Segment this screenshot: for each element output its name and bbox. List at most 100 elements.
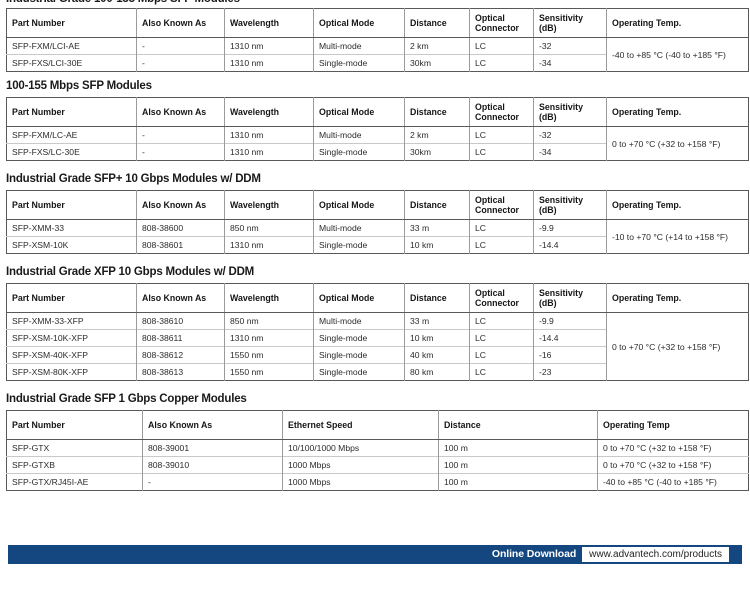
cell-distance: 10 km: [404, 236, 470, 254]
cell-optical-mode: Multi-mode: [313, 219, 405, 237]
cell-optical-connector: LC: [469, 346, 534, 364]
table-row: SFP-GTX 808-39001 10/100/1000 Mbps 100 m0 t…: [6, 439, 749, 457]
column-header: Part Number: [6, 283, 137, 313]
cell-part-number: SFP-XSM-10K-XFP: [6, 329, 137, 347]
cell-distance: 10 km: [404, 329, 470, 347]
spec-section: 100-155 Mbps SFP Modules Part Number Also …: [0, 80, 750, 161]
cell-optical-mode: Multi-mode: [313, 37, 405, 55]
cell-wavelength: 1310 nm: [224, 37, 314, 55]
cell-part-number: SFP-FXM/LC-AE: [6, 126, 137, 144]
cell-part-number: SFP-XMM-33-XFP: [6, 312, 137, 330]
cell-sensitivity: -14.4: [533, 236, 607, 254]
column-header: Distance: [404, 8, 470, 38]
column-header: Part Number: [6, 97, 137, 127]
table-row: SFP-FXM/LCI-AE -1310 nm Multi-mode 2 km LC -3…: [6, 37, 749, 72]
section-heading: Industrial Grade SFP 1 Gbps Copper Modul…: [6, 393, 247, 405]
table-header-row: Part Number Also Known As Wavelength Optica…: [6, 283, 749, 313]
column-header: Also Known As: [142, 410, 283, 440]
cell-part-number: SFP-XSM-80K-XFP: [6, 363, 137, 381]
column-header: Distance: [404, 190, 470, 220]
cell-ethernet-speed: 1000 Mbps: [282, 456, 439, 474]
cell-wavelength: 1550 nm: [224, 363, 314, 381]
cell-also-known-as: -: [136, 37, 225, 55]
column-header: Optical Connector: [469, 190, 534, 220]
footer-bar: Online Download www.advantech.com/produc…: [8, 545, 742, 564]
cell-sensitivity: -34: [533, 143, 607, 161]
column-header: Part Number: [6, 8, 137, 38]
cell-also-known-as: 808-39001: [142, 439, 283, 457]
cell-wavelength: 1310 nm: [224, 329, 314, 347]
cell-distance: 100 m: [438, 439, 598, 457]
section-heading: 100-155 Mbps SFP Modules: [6, 80, 152, 92]
cell-distance: 30km: [404, 54, 470, 72]
cell-also-known-as: 808-39010: [142, 456, 283, 474]
cell-also-known-as: 808-38612: [136, 346, 225, 364]
cell-also-known-as: -: [136, 126, 225, 144]
cell-optical-mode: Single-mode: [313, 143, 405, 161]
cell-part-number: SFP-FXS/LCI-30E: [6, 54, 137, 72]
cell-optical-mode: Multi-mode: [313, 126, 405, 144]
spec-table: Part Number Also Known As Wavelength Optica…: [6, 283, 749, 381]
cell-optical-mode: Single-mode: [313, 346, 405, 364]
cell-also-known-as: -: [142, 473, 283, 491]
section-heading: Industrial Grade SFP+ 10 Gbps Modules w/…: [6, 173, 261, 185]
cell-sensitivity: -32: [533, 37, 607, 55]
cell-optical-connector: LC: [469, 363, 534, 381]
cell-wavelength: 1310 nm: [224, 126, 314, 144]
cell-distance: 33 m: [404, 312, 470, 330]
cell-part-number: SFP-XSM-40K-XFP: [6, 346, 137, 364]
column-header: Optical Connector: [469, 283, 534, 313]
cell-wavelength: 1550 nm: [224, 346, 314, 364]
cell-sensitivity: -9.9: [533, 312, 607, 330]
column-header: Also Known As: [136, 97, 225, 127]
spec-section: Industrial Grade SFP+ 10 Gbps Modules w/…: [0, 173, 750, 254]
cell-also-known-as: 808-38610: [136, 312, 225, 330]
cell-operating-temp: 0 to +70 °C (+32 to +158 °F): [606, 312, 749, 381]
sections-container: Industrial Grade 100-155 Mbps SFP Module…: [0, 0, 750, 491]
column-header: Operating Temp.: [606, 8, 749, 38]
column-header: Wavelength: [224, 8, 314, 38]
cell-sensitivity: -23: [533, 363, 607, 381]
cell-operating-temp: -10 to +70 °C (+14 to +158 °F): [606, 219, 749, 254]
cell-distance: 80 km: [404, 363, 470, 381]
table-row: SFP-XMM-33-XFP 808-38610 850 nm Multi-mode 3…: [6, 312, 749, 381]
cell-sensitivity: -14.4: [533, 329, 607, 347]
cell-distance: 33 m: [404, 219, 470, 237]
cell-part-number: SFP-GTXB: [6, 456, 143, 474]
cell-distance: 2 km: [404, 37, 470, 55]
cell-also-known-as: 808-38600: [136, 219, 225, 237]
cell-wavelength: 850 nm: [224, 219, 314, 237]
cell-distance: 100 m: [438, 456, 598, 474]
cell-sensitivity: -34: [533, 54, 607, 72]
cell-ethernet-speed: 1000 Mbps: [282, 473, 439, 491]
table-header-row: Part Number Also Known As Wavelength Optica…: [6, 190, 749, 220]
column-header: Wavelength: [224, 283, 314, 313]
cell-operating-temp: 0 to +70 °C (+32 to +158 °F): [597, 456, 749, 474]
cell-optical-connector: LC: [469, 54, 534, 72]
cell-operating-temp: -40 to +85 °C (-40 to +185 °F): [597, 473, 749, 491]
column-header: Operating Temp.: [606, 283, 749, 313]
table-row: SFP-FXM/LC-AE -1310 nm Multi-mode 2 km LC -32…: [6, 126, 749, 161]
column-header: Sensitivity (dB): [533, 283, 607, 313]
cell-operating-temp: 0 to +70 °C (+32 to +158 °F): [597, 439, 749, 457]
column-header: Wavelength: [224, 190, 314, 220]
column-header: Optical Connector: [469, 97, 534, 127]
cell-wavelength: 1310 nm: [224, 54, 314, 72]
column-header: Operating Temp: [597, 410, 749, 440]
cell-also-known-as: -: [136, 54, 225, 72]
footer-url-box[interactable]: www.advantech.com/products: [582, 547, 729, 562]
spec-table: Part Number Also Known As Wavelength Optica…: [6, 190, 749, 254]
column-header: Optical Connector: [469, 8, 534, 38]
cell-distance: 100 m: [438, 473, 598, 491]
column-header: Optical Mode: [313, 8, 405, 38]
online-download-label: Online Download: [491, 548, 577, 560]
table-row: SFP-GTXB 808-39010 1000 Mbps 100 m0 to +70 …: [6, 456, 749, 474]
cell-optical-mode: Single-mode: [313, 236, 405, 254]
cell-part-number: SFP-FXS/LC-30E: [6, 143, 137, 161]
cell-also-known-as: 808-38613: [136, 363, 225, 381]
column-header: Sensitivity (dB): [533, 97, 607, 127]
cell-part-number: SFP-GTX: [6, 439, 143, 457]
section-heading-text: Industrial Grade 100-155 Mbps SFP Module…: [6, 0, 240, 6]
cell-part-number: SFP-XMM-33: [6, 219, 137, 237]
column-header: Part Number: [6, 410, 143, 440]
